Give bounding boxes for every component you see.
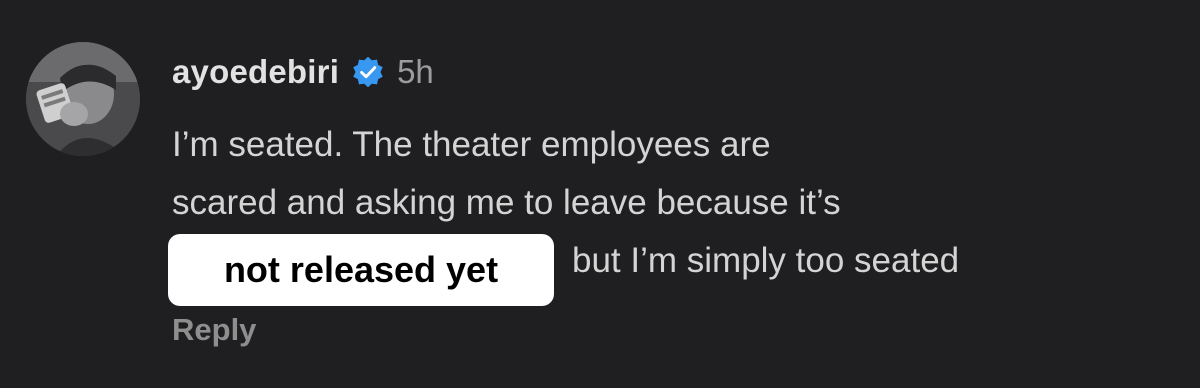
comment-text: I’m seated. The theater employees are sc…: [168, 116, 1182, 306]
comment-line: scared and asking me to leave because it…: [172, 183, 841, 222]
comment-line: I’m seated. The theater employees are: [172, 125, 771, 164]
username-link[interactable]: ayoedebiri: [172, 53, 339, 91]
comment-line-text: but I’m simply too seated: [572, 241, 960, 280]
avatar-photo: [26, 42, 140, 156]
comment-line: not released yet but I’m simply too seat…: [168, 232, 1182, 306]
comment-header: ayoedebiri 5h: [172, 48, 1182, 96]
comment-body: ayoedebiri 5h I’m seated. The theater em…: [168, 48, 1182, 306]
comment-item: ayoedebiri 5h I’m seated. The theater em…: [0, 0, 1200, 388]
reply-button[interactable]: Reply: [172, 312, 256, 348]
highlight-label: not released yet: [168, 234, 554, 306]
timestamp: 5h: [397, 53, 434, 90]
verified-badge-icon: [351, 55, 385, 89]
avatar[interactable]: [26, 42, 140, 156]
